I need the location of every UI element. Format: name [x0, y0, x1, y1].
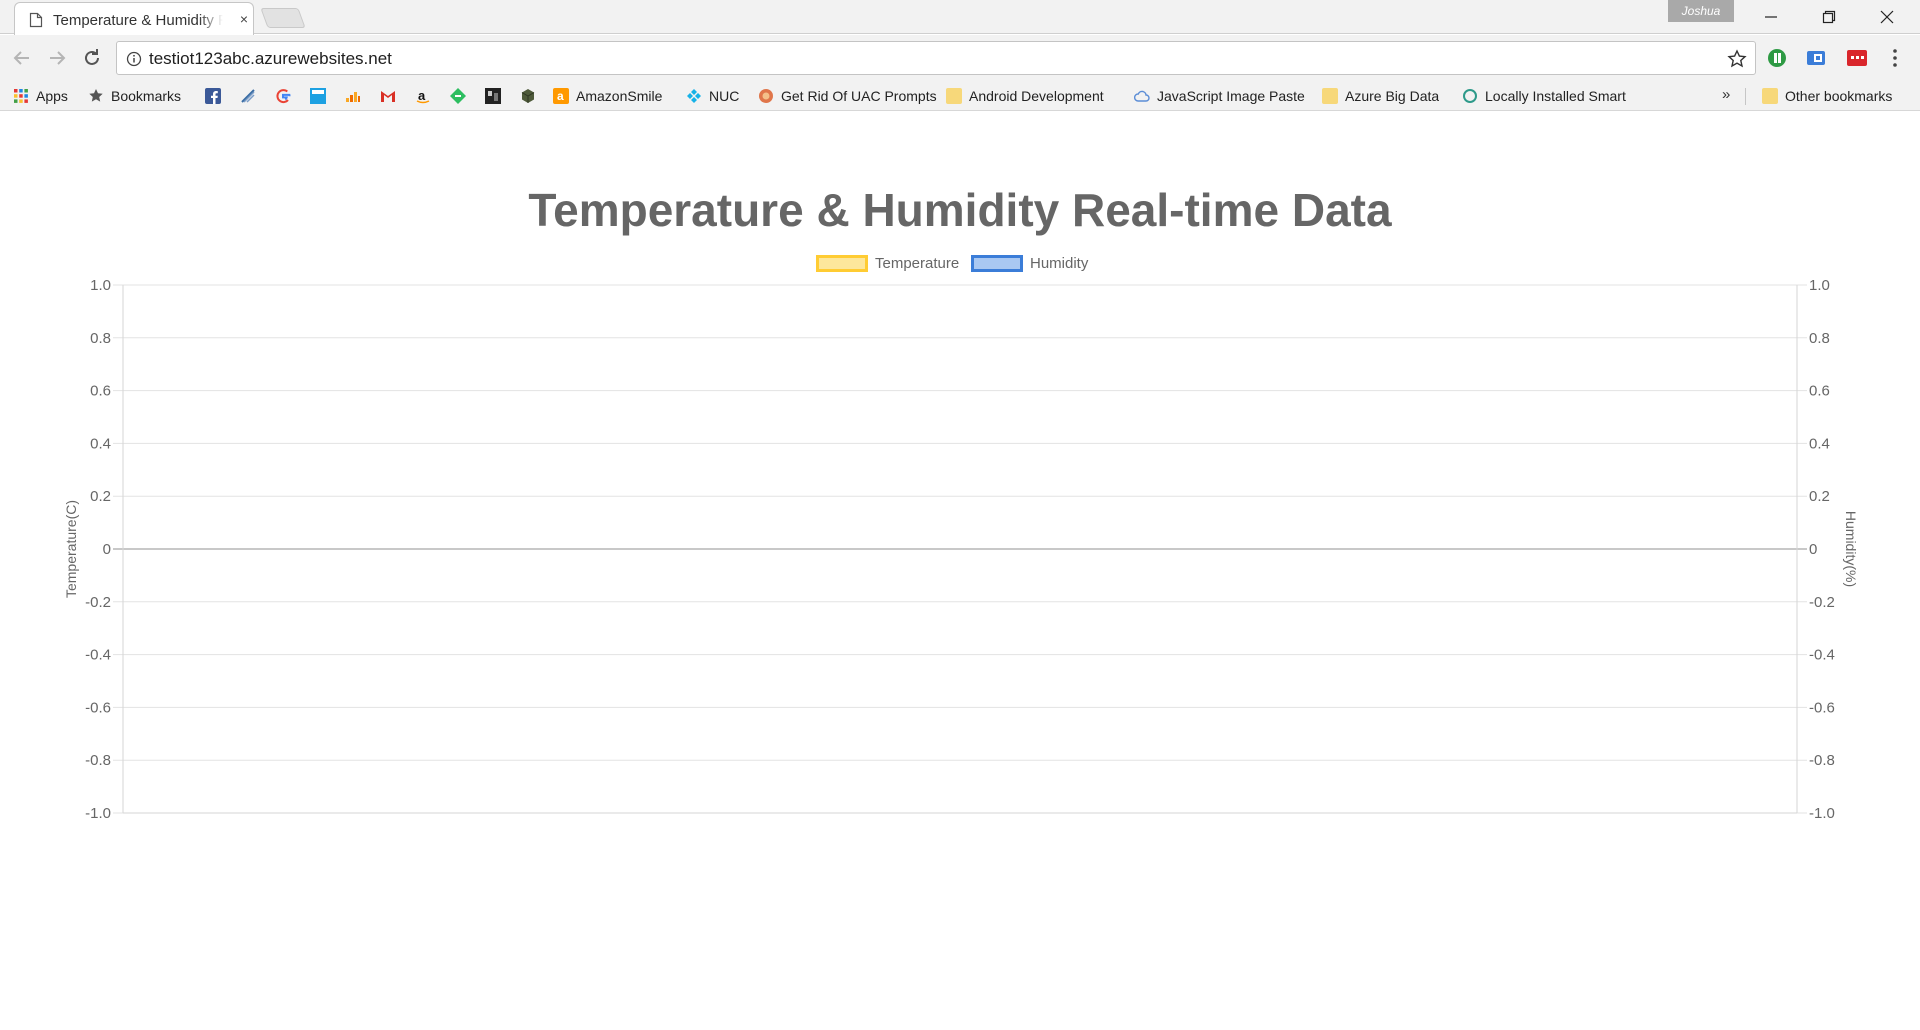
bookmark-label: Apps — [36, 88, 68, 104]
uac-icon — [759, 89, 773, 103]
y-tick-label-left: -0.4 — [85, 647, 111, 664]
tab-close-icon[interactable]: × — [237, 12, 251, 26]
info-icon[interactable] — [126, 51, 142, 67]
bookmark-locally-installed[interactable]: Locally Installed Smart — [1462, 86, 1631, 106]
minimize-button[interactable] — [1748, 0, 1794, 34]
cloud-icon — [1134, 90, 1150, 102]
bookmark-label: JavaScript Image Paste — [1157, 88, 1305, 104]
new-tab-button[interactable] — [260, 8, 306, 28]
url-text[interactable]: testiot123abc.azurewebsites.net — [149, 49, 392, 69]
svg-text:a: a — [418, 88, 426, 103]
y-tick-label-right: -0.4 — [1809, 647, 1835, 664]
bookmark-bookmarks[interactable]: Bookmarks — [88, 86, 181, 106]
y-tick-label-left: 0.8 — [90, 330, 111, 347]
tab-strip: Temperature & Humidity Real-time Data × … — [0, 0, 1920, 35]
bookmarks-bar: Apps Bookmarks a a AmazonSmile NUC Get R… — [0, 81, 1920, 111]
extension-green-icon[interactable] — [1766, 48, 1788, 68]
cube-icon[interactable] — [520, 88, 536, 104]
y-tick-label-left: 1.0 — [90, 277, 111, 294]
y-tick-label-right: -0.2 — [1809, 594, 1835, 611]
kodi-icon — [687, 89, 701, 103]
back-icon[interactable] — [10, 46, 34, 70]
bookmark-label: Get Rid Of UAC Prompts — [781, 88, 937, 104]
extension-blue-icon[interactable] — [1805, 48, 1827, 68]
y-tick-label-left: 0 — [103, 541, 111, 558]
y-axis-title-right: Humidity(%) — [1843, 511, 1859, 587]
y-tick-label-right: -1.0 — [1809, 805, 1835, 822]
restore-icon — [1822, 10, 1836, 24]
y-tick-label-left: -0.2 — [85, 594, 111, 611]
extension-red-icon[interactable] — [1846, 48, 1868, 68]
close-icon — [1880, 10, 1894, 24]
bookmark-label: Locally Installed Smart — [1485, 88, 1626, 104]
facebook-icon[interactable] — [205, 88, 221, 104]
bookmark-label: AmazonSmile — [576, 88, 663, 104]
star-icon — [89, 89, 103, 102]
reload-icon[interactable] — [80, 46, 104, 70]
y-tick-label-left: -0.8 — [85, 752, 111, 769]
address-bar[interactable]: testiot123abc.azurewebsites.net — [116, 41, 1756, 75]
chart-title: Temperature & Humidity Real-time Data — [528, 184, 1392, 236]
y-tick-label-right: 0.6 — [1809, 383, 1830, 400]
y-tick-label-left: -1.0 — [85, 805, 111, 822]
y-tick-label-left: 0.4 — [90, 435, 111, 452]
tab-title: Temperature & Humidity Real-time Data — [53, 12, 223, 29]
browser-toolbar: testiot123abc.azurewebsites.net — [0, 35, 1920, 81]
restore-button[interactable] — [1806, 0, 1852, 34]
y-tick-label-left: 0.2 — [90, 488, 111, 505]
folder-icon — [1322, 88, 1338, 104]
apps-grid-icon — [14, 89, 28, 103]
amazon-smile-icon: a — [553, 88, 569, 104]
bookmark-azure-big-data[interactable]: Azure Big Data — [1322, 86, 1439, 106]
y-tick-label-left: -0.6 — [85, 699, 111, 716]
bookmark-javascript-image-paste[interactable]: JavaScript Image Paste — [1134, 86, 1305, 106]
pixel-app-icon[interactable] — [485, 88, 501, 104]
bookmark-label: Bookmarks — [111, 88, 182, 104]
bookmark-label: Other bookmarks — [1785, 88, 1893, 104]
bookmark-other-bookmarks[interactable]: Other bookmarks — [1762, 86, 1892, 106]
bookmark-apps[interactable]: Apps — [13, 86, 68, 106]
bookmark-label: Azure Big Data — [1345, 88, 1440, 104]
folder-icon — [1762, 88, 1778, 104]
folder-icon — [946, 88, 962, 104]
y-tick-label-right: 0.4 — [1809, 435, 1830, 452]
bookmark-star-icon[interactable] — [1727, 49, 1747, 69]
profile-button[interactable]: Joshua — [1668, 0, 1734, 22]
browser-tab[interactable]: Temperature & Humidity Real-time Data × — [14, 2, 254, 35]
y-tick-label-right: -0.8 — [1809, 752, 1835, 769]
gmail-icon[interactable] — [380, 88, 396, 104]
msn-icon[interactable] — [310, 88, 326, 104]
bookmark-android-development[interactable]: Android Development — [946, 86, 1117, 106]
amazon-icon[interactable]: a — [415, 88, 431, 104]
feedly-icon[interactable] — [240, 88, 256, 104]
bookmark-uac[interactable]: Get Rid Of UAC Prompts — [758, 86, 947, 106]
document-icon — [29, 12, 43, 28]
y-tick-label-right: 0.2 — [1809, 488, 1830, 505]
y-tick-label-right: -0.6 — [1809, 699, 1835, 716]
bookmark-label: NUC — [709, 88, 740, 104]
y-tick-label-right: 0.8 — [1809, 330, 1830, 347]
line-chart: 1.0 1.0 0.8 0.8 0.6 0.6 0.4 0.4 0.2 0.2 0 0 -0.2 -0.2… — [63, 277, 1859, 822]
y-axis-title-left: Temperature(C) — [63, 500, 79, 598]
bookmark-label: Android Development — [969, 88, 1104, 104]
minimize-icon — [1765, 16, 1777, 18]
y-tick-label-left: 0.6 — [90, 383, 111, 400]
deezer-icon[interactable] — [345, 88, 361, 104]
bookmarks-overflow-button[interactable]: » — [1722, 86, 1730, 103]
forward-icon[interactable] — [45, 46, 69, 70]
circle-icon — [1463, 89, 1477, 103]
y-tick-label-right: 1.0 — [1809, 277, 1830, 294]
svg-text:a: a — [557, 89, 564, 103]
y-tick-label-right: 0 — [1809, 541, 1817, 558]
kebab-menu-icon[interactable] — [1891, 47, 1899, 69]
bookmark-amazonsmile[interactable]: a AmazonSmile — [553, 86, 662, 106]
evernote-icon[interactable] — [450, 88, 466, 104]
google-icon[interactable] — [275, 88, 291, 104]
bookmarks-divider — [1745, 88, 1746, 105]
close-window-button[interactable] — [1864, 0, 1910, 34]
bookmark-nuc[interactable]: NUC — [686, 86, 739, 106]
